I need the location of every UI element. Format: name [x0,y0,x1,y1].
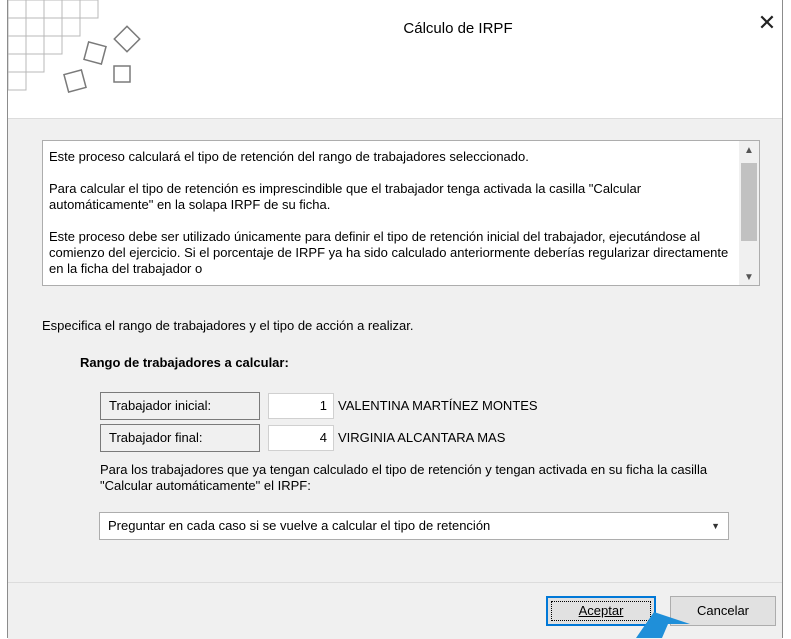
info-paragraph-3: Este proceso debe ser utilizado únicamen… [49,229,729,276]
scroll-down-icon[interactable]: ▼ [739,272,759,283]
instruction-text: Especifica el rango de trabajadores y el… [42,318,414,333]
action-select[interactable]: Preguntar en cada caso si se vuelve a ca… [99,512,729,540]
irpf-dialog: Cálculo de IRPF ✕ Este proceso calculará… [7,0,783,639]
end-worker-button[interactable]: Trabajador final: [100,424,260,452]
close-icon[interactable]: ✕ [756,12,778,34]
dialog-title: Cálculo de IRPF [403,20,513,37]
arrow-pointer-icon [636,612,690,638]
end-worker-name: VIRGINIA ALCANTARA MAS [338,430,506,445]
range-title: Rango de trabajadores a calcular: [80,355,289,370]
chevron-down-icon[interactable]: ▼ [711,513,720,539]
info-paragraph-1: Este proceso calculará el tipo de retenc… [49,149,529,164]
scroll-thumb[interactable] [741,163,757,241]
scroll-up-icon[interactable]: ▲ [739,145,759,156]
action-description: Para los trabajadores que ya tengan calc… [100,462,708,493]
action-select-value: Preguntar en cada caso si se vuelve a ca… [108,518,491,533]
start-worker-input[interactable]: 1 [268,393,334,419]
info-textbox[interactable]: Este proceso calculará el tipo de retenc… [42,140,760,286]
start-worker-button[interactable]: Trabajador inicial: [100,392,260,420]
info-scrollbar[interactable]: ▲ ▼ [739,141,759,285]
info-text: Este proceso calculará el tipo de retenc… [49,149,731,285]
info-paragraph-2: Para calcular el tipo de retención es im… [49,181,642,212]
end-worker-input[interactable]: 4 [268,425,334,451]
squares-logo-icon [8,0,141,93]
dialog-header: Cálculo de IRPF ✕ [8,0,782,119]
start-worker-name: VALENTINA MARTÍNEZ MONTES [338,398,538,413]
